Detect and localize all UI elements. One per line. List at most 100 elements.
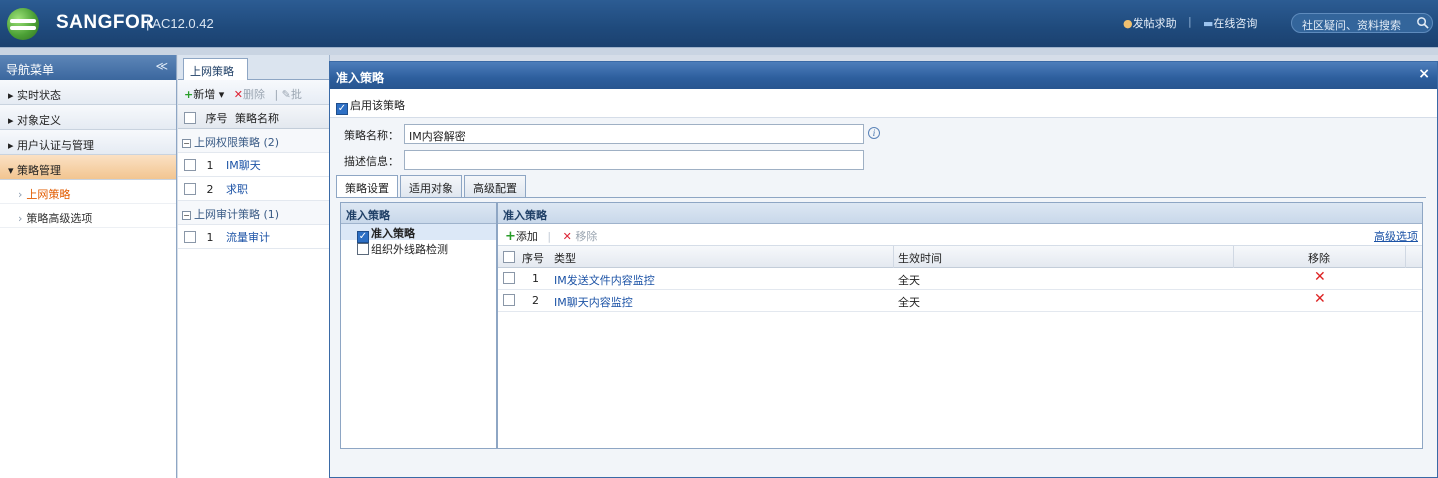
post-help-link[interactable]: ●发帖求助 [1123, 15, 1177, 31]
nav-sub-internet-policy[interactable]: › 上网策略 [0, 180, 176, 204]
remove-row-icon[interactable]: ✕ [1314, 291, 1326, 307]
row-checkbox[interactable] [503, 272, 515, 284]
policy-link[interactable]: IM聊天 [226, 159, 261, 172]
enable-policy-checkbox[interactable]: ✓ 启用该策略 [336, 97, 405, 115]
chevron-right-icon: › [18, 188, 23, 201]
policy-name-label: 策略名称： [344, 129, 399, 142]
policy-list-panel: 上网策略 +新增 ▾ ✕删除 | ✎批 序号 策略名称 − 上网权限策略 (2) … [178, 55, 330, 478]
version-label: | AC12.0.42 [146, 16, 214, 31]
delete-button[interactable]: ✕删除 [234, 88, 265, 101]
table-row[interactable]: 2 IM聊天内容监控 全天 ✕ [498, 290, 1422, 312]
add-button[interactable]: +添加 [505, 229, 538, 244]
row-checkbox[interactable] [503, 294, 515, 306]
user-icon: ● [1123, 17, 1133, 30]
col-divider [1233, 246, 1234, 268]
description-field[interactable] [404, 150, 864, 170]
table-row[interactable]: 1 IM聊天 [178, 153, 329, 177]
brand-name: SANGFOR [56, 12, 155, 33]
info-icon[interactable]: i [868, 127, 880, 139]
close-icon[interactable]: × [1418, 66, 1430, 82]
collapse-icon[interactable]: − [182, 139, 191, 148]
table-row[interactable]: 2 求职 [178, 177, 329, 201]
access-policy-dialog: 准入策略 × ✓ 启用该策略 策略名称： IM内容解密 i 描述信息： 策略设置 … [329, 61, 1438, 478]
col-index: 序号 [205, 112, 228, 125]
dialog-body: ✓ 启用该策略 策略名称： IM内容解密 i 描述信息： 策略设置 适用对象 高级… [330, 89, 1437, 477]
row-checkbox[interactable] [184, 159, 196, 171]
delete-icon: ✕ [233, 88, 243, 101]
tree-item-line-detection[interactable]: 组织外线路检测 [341, 240, 496, 256]
sangfor-logo-icon [7, 8, 39, 40]
online-consult-link[interactable]: ▬在线咨询 [1203, 15, 1257, 31]
nav-item-policy-management[interactable]: ▾ 策略管理 [0, 155, 176, 180]
effective-time-cell: 全天 [898, 274, 920, 287]
type-link[interactable]: IM聊天内容监控 [554, 294, 633, 310]
dialog-title-bar: 准入策略 × [330, 62, 1437, 89]
chat-icon: ▬ [1203, 17, 1214, 30]
type-link[interactable]: IM发送文件内容监控 [554, 272, 655, 288]
plus-icon: + [184, 88, 194, 101]
policy-link[interactable]: 求职 [226, 183, 248, 196]
group-row[interactable]: − 上网权限策略 (2) [178, 129, 329, 153]
top-header: SANGFOR | AC12.0.42 ●发帖求助 | ▬在线咨询 社区疑问、资… [0, 0, 1438, 47]
policy-link[interactable]: 流量审计 [226, 231, 270, 244]
col-index: 序号 [522, 252, 544, 265]
collapse-icon[interactable]: − [182, 211, 191, 220]
plus-icon: + [505, 229, 516, 244]
search-icon[interactable] [1416, 16, 1429, 29]
select-all-checkbox[interactable] [503, 251, 515, 263]
enable-label: 启用该策略 [350, 99, 405, 112]
advanced-options-link[interactable]: 高级选项 [1374, 228, 1418, 244]
grid-toolbar: +添加 | ✕ 移除 高级选项 [498, 224, 1422, 246]
header-separator: | [1188, 15, 1192, 28]
row-checkbox[interactable] [184, 231, 196, 243]
table-row[interactable]: 1 流量审计 [178, 225, 329, 249]
checkbox-checked-icon[interactable]: ✓ [336, 103, 348, 115]
remove-button[interactable]: ✕ 移除 [563, 230, 598, 243]
items-grid-header: 序号 类型 生效时间 移除 [498, 246, 1422, 268]
collapse-nav-button[interactable]: ≪ [155, 59, 168, 73]
group-row[interactable]: − 上网审计策略 (1) [178, 201, 329, 225]
policy-grid-header: 序号 策略名称 [178, 105, 329, 129]
tab-divider [336, 197, 1426, 198]
dialog-title: 准入策略 [336, 71, 385, 85]
tab-policy-settings[interactable]: 策略设置 [336, 175, 398, 198]
policy-name-field[interactable]: IM内容解密 [404, 124, 864, 144]
description-label: 描述信息： [344, 155, 399, 168]
nav-item-object-definition[interactable]: ▸ 对象定义 [0, 105, 176, 130]
select-all-checkbox[interactable] [184, 112, 196, 124]
table-row[interactable]: 1 IM发送文件内容监控 全天 ✕ [498, 268, 1422, 290]
tab-applicable-objects[interactable]: 适用对象 [400, 175, 462, 197]
effective-time-cell: 全天 [898, 296, 920, 309]
header-subbar [0, 47, 1438, 55]
panel-toolbar: +新增 ▾ ✕删除 | ✎批 [178, 80, 329, 105]
nav-item-user-auth[interactable]: ▸ 用户认证与管理 [0, 130, 176, 155]
remove-icon: ✕ [562, 230, 572, 243]
row-index: 2 [532, 294, 539, 307]
col-divider [1405, 246, 1406, 268]
nav-sub-advanced-options[interactable]: › 策略高级选项 [0, 204, 176, 228]
row-checkbox[interactable] [184, 183, 196, 195]
chevron-right-icon: › [18, 212, 23, 225]
add-new-button[interactable]: +新增 ▾ [184, 88, 224, 101]
col-divider [893, 246, 894, 268]
tab-internet-policy[interactable]: 上网策略 [183, 58, 248, 80]
batch-button[interactable]: | ✎批 [274, 88, 301, 101]
nav-title: 导航菜单 ≪ [0, 55, 176, 80]
grid-panel-header: 准入策略 [498, 203, 1422, 224]
col-effective-time: 生效时间 [898, 252, 942, 265]
policy-tree-panel: 准入策略 ✓ 准入策略 组织外线路检测 [340, 202, 497, 449]
search-input[interactable]: 社区疑问、资料搜索 [1291, 13, 1433, 33]
toolbar-separator: | [547, 230, 552, 243]
row-index: 2 [206, 183, 214, 196]
col-remove: 移除 [1308, 252, 1330, 265]
row-index: 1 [206, 159, 214, 172]
navigation-menu: 导航菜单 ≪ ▸ 实时状态 ▸ 对象定义 ▸ 用户认证与管理 ▾ 策略管理 › 上… [0, 55, 177, 478]
checkbox-unchecked-icon[interactable] [357, 243, 369, 255]
tab-advanced-config[interactable]: 高级配置 [464, 175, 526, 197]
tree-item-access-policy[interactable]: ✓ 准入策略 [341, 224, 496, 243]
remove-row-icon[interactable]: ✕ [1314, 269, 1326, 285]
tree-header: 准入策略 [341, 203, 496, 224]
policy-items-panel: 准入策略 +添加 | ✕ 移除 高级选项 序号 类型 生效时间 移除 1 IM发 [497, 202, 1423, 449]
col-policy-name: 策略名称 [235, 112, 279, 125]
nav-item-realtime-status[interactable]: ▸ 实时状态 [0, 80, 176, 105]
